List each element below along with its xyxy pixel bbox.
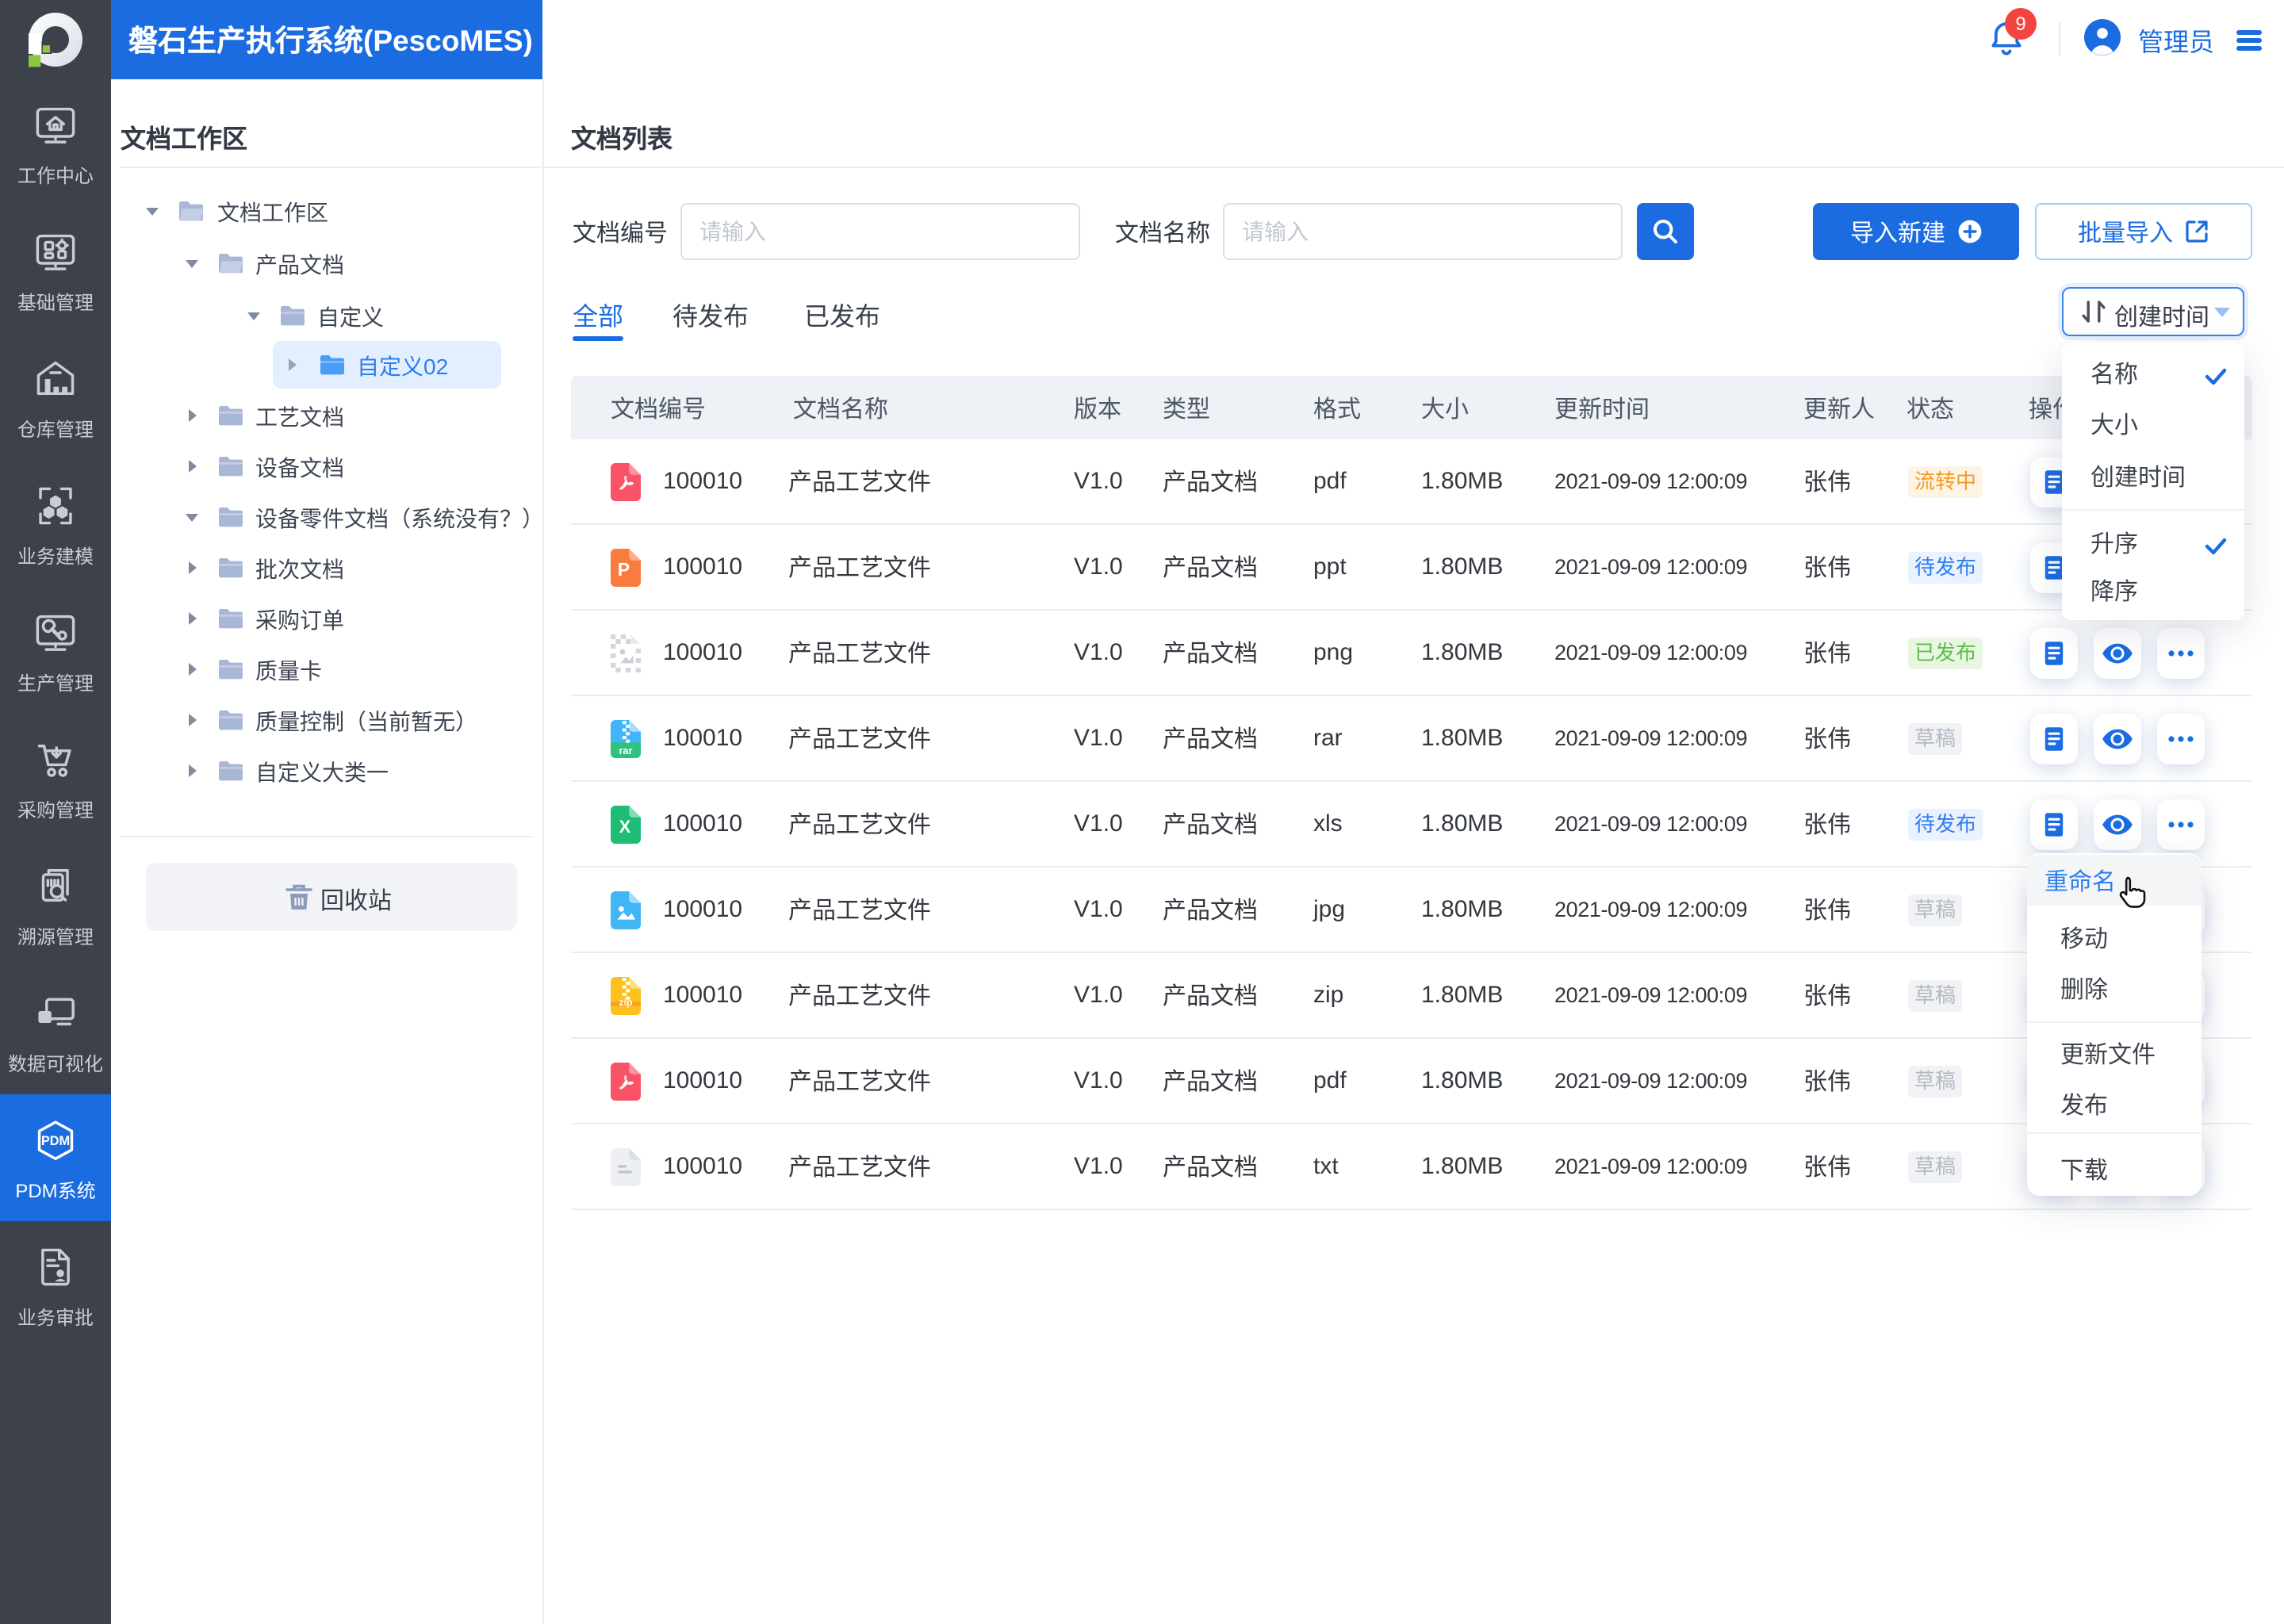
svg-text:X: X bbox=[619, 816, 631, 836]
svg-text:P: P bbox=[618, 558, 630, 579]
svg-text:zip: zip bbox=[619, 996, 633, 1007]
svg-text:PDM: PDM bbox=[41, 1134, 70, 1148]
svg-text:rar: rar bbox=[619, 744, 632, 756]
